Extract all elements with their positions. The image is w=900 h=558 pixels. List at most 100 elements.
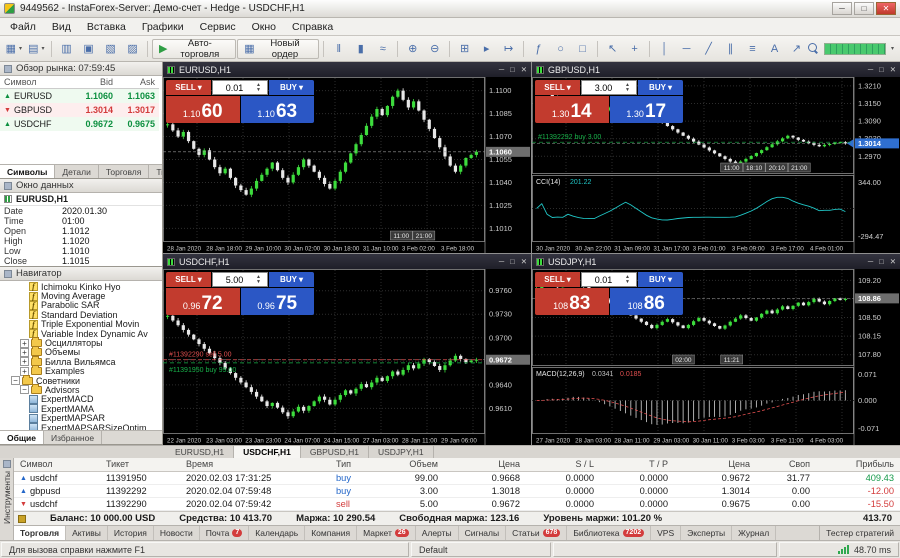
- templates-button[interactable]: □: [572, 39, 593, 59]
- chart-restore-icon[interactable]: □: [879, 257, 884, 266]
- terminal-tab-6[interactable]: Компания: [305, 526, 357, 540]
- terminal-col-10[interactable]: Прибыль: [816, 458, 900, 471]
- terminal-tab-3[interactable]: Новости: [154, 526, 200, 540]
- chart-titlebar-gbpusd[interactable]: GBPUSD,H1─□✕: [532, 62, 900, 77]
- line-chart-mode-button[interactable]: ≈: [372, 39, 393, 59]
- terminal-tab-10[interactable]: Статьи678: [506, 526, 567, 540]
- buy-button-usdchf[interactable]: BUY▾: [269, 272, 314, 287]
- lot-spinner-icon[interactable]: ▲ ▼: [256, 275, 267, 285]
- vertical-line-button[interactable]: │: [654, 39, 675, 59]
- tree-expander-icon[interactable]: +: [20, 348, 29, 357]
- navigator-item-advisors[interactable]: −Advisors: [0, 385, 162, 394]
- search-icon[interactable]: [808, 43, 819, 54]
- terminal-col-7[interactable]: T / P: [600, 458, 674, 471]
- terminal-col-2[interactable]: Время: [180, 458, 330, 471]
- menu-item-3[interactable]: Графики: [134, 19, 192, 35]
- market-watch-tab-детали[interactable]: Детали: [55, 165, 98, 178]
- buy-price-gbpusd[interactable]: 1.3017: [610, 96, 684, 123]
- lot-input-usdjpy[interactable]: [582, 275, 625, 285]
- terminal-tab-9[interactable]: Сигналы: [459, 526, 506, 540]
- chart-restore-icon[interactable]: □: [510, 65, 515, 74]
- chart-close-icon[interactable]: ✕: [890, 257, 896, 266]
- status-connection[interactable]: 48.70 ms: [779, 542, 899, 557]
- indicators-button[interactable]: ƒ: [528, 39, 549, 59]
- candlestick-mode-button[interactable]: ▮: [350, 39, 371, 59]
- buy-price-eurusd[interactable]: 1.1063: [241, 96, 315, 123]
- navigator-item-standard-deviation[interactable]: fStandard Deviation: [0, 310, 162, 319]
- chart-minimize-icon[interactable]: ─: [499, 257, 504, 266]
- new-order-button[interactable]: ▦Новый ордер: [237, 39, 319, 59]
- chart-restore-icon[interactable]: □: [510, 257, 515, 266]
- tree-expander-icon[interactable]: −: [20, 385, 29, 394]
- fibonacci-button[interactable]: ≡: [742, 39, 763, 59]
- lot-input-usdchf[interactable]: [213, 275, 256, 285]
- horizontal-line-button[interactable]: ─: [676, 39, 697, 59]
- sell-button-eurusd[interactable]: SELL▾: [166, 80, 211, 95]
- menu-item-5[interactable]: Окно: [244, 19, 284, 35]
- navigator-item-variable-index-dynamic-av[interactable]: fVariable Index Dynamic Av: [0, 329, 162, 338]
- chart-minimize-icon[interactable]: ─: [868, 65, 873, 74]
- navigator-item-expertmama[interactable]: ExpertMAMA: [0, 404, 162, 413]
- terminal-tab-2[interactable]: История: [108, 526, 154, 540]
- terminal-tab-0[interactable]: Торговля: [14, 526, 66, 540]
- lot-input-gbpusd[interactable]: [582, 83, 625, 93]
- chart-minimize-icon[interactable]: ─: [868, 257, 873, 266]
- terminal-col-3[interactable]: Тип: [330, 458, 378, 471]
- chart-shift-button[interactable]: ↦: [498, 39, 519, 59]
- data-window-toggle-button[interactable]: ▣: [78, 39, 99, 59]
- status-profile[interactable]: Default: [411, 542, 551, 557]
- market-watch-symbol-eurusd[interactable]: ▲EURUSD: [0, 89, 72, 103]
- menu-item-1[interactable]: Вид: [44, 19, 79, 35]
- cursor-button[interactable]: ↖: [602, 39, 623, 59]
- terminal-tab-12[interactable]: VPS: [651, 526, 681, 540]
- navigator-item-expertmacd[interactable]: ExpertMACD: [0, 395, 162, 404]
- sell-price-eurusd[interactable]: 1.1060: [166, 96, 240, 123]
- terminal-tab-8[interactable]: Алерты: [416, 526, 459, 540]
- navigator-item-moving-average[interactable]: fMoving Average: [0, 291, 162, 300]
- toolbox-dock-strip[interactable]: Инструменты: [0, 458, 14, 540]
- navigator-tab-избранное[interactable]: Избранное: [44, 431, 102, 444]
- menu-item-2[interactable]: Вставка: [79, 19, 134, 35]
- market-watch-tab-символы[interactable]: Символы: [0, 165, 55, 178]
- chart-close-icon[interactable]: ✕: [521, 65, 527, 74]
- lot-input-eurusd[interactable]: [213, 83, 256, 93]
- buy-price-usdjpy[interactable]: 10886: [610, 288, 684, 315]
- trade-row-11392290[interactable]: ▼usdchf113922902020.02.04 07:59:42sell5.…: [14, 498, 900, 511]
- navigator-item-triple-exponential-movin[interactable]: fTriple Exponential Movin: [0, 320, 162, 329]
- lot-spinner-icon[interactable]: ▲ ▼: [256, 83, 267, 93]
- buy-button-gbpusd[interactable]: BUY▾: [638, 80, 683, 95]
- bar-chart-mode-button[interactable]: ‖: [328, 39, 349, 59]
- terminal-col-4[interactable]: Объем: [378, 458, 444, 471]
- tree-expander-icon[interactable]: +: [20, 357, 29, 366]
- terminal-tab-11[interactable]: Библиотека7202: [567, 526, 651, 540]
- zoom-out-button[interactable]: ⊖: [424, 39, 445, 59]
- arrow-object-button[interactable]: ↗: [786, 39, 807, 59]
- bid-eurusd[interactable]: 1.1060: [72, 89, 117, 103]
- window-minimize-button[interactable]: ─: [832, 2, 852, 15]
- navigator-item-parabolic-sar[interactable]: fParabolic SAR: [0, 301, 162, 310]
- text-label-button[interactable]: A: [764, 39, 785, 59]
- bid-gbpusd[interactable]: 1.3014: [72, 103, 117, 117]
- terminal-tab-5[interactable]: Календарь: [249, 526, 305, 540]
- trendline-button[interactable]: ╱: [698, 39, 719, 59]
- strategy-tester-tab[interactable]: Тестер стратегий: [819, 526, 900, 540]
- terminal-col-9[interactable]: Своп: [756, 458, 816, 471]
- sell-button-usdchf[interactable]: SELL▾: [166, 272, 211, 287]
- lot-spinner-icon[interactable]: ▲ ▼: [625, 83, 636, 93]
- buy-price-usdchf[interactable]: 0.9675: [241, 288, 315, 315]
- trade-row-11392292[interactable]: ▲gbpusd113922922020.02.04 07:59:48buy3.0…: [14, 485, 900, 498]
- chart-close-icon[interactable]: ✕: [521, 257, 527, 266]
- ask-usdchf[interactable]: 0.9675: [117, 117, 159, 131]
- tree-expander-icon[interactable]: −: [11, 376, 20, 385]
- navigator-item-билла-вильямса[interactable]: +Билла Вильямса: [0, 357, 162, 366]
- lot-spinner-icon[interactable]: ▲ ▼: [625, 275, 636, 285]
- terminal-toggle-button[interactable]: ▨: [122, 39, 143, 59]
- navigator-item-ichimoku-kinko-hyo[interactable]: fIchimoku Kinko Hyo: [0, 282, 162, 291]
- sell-price-usdchf[interactable]: 0.9672: [166, 288, 240, 315]
- terminal-tab-13[interactable]: Эксперты: [681, 526, 732, 540]
- terminal-col-6[interactable]: S / L: [526, 458, 600, 471]
- terminal-col-1[interactable]: Тикет: [100, 458, 180, 471]
- terminal-tab-4[interactable]: Почта7: [200, 526, 250, 540]
- terminal-tab-1[interactable]: Активы: [66, 526, 108, 540]
- chart-close-icon[interactable]: ✕: [890, 65, 896, 74]
